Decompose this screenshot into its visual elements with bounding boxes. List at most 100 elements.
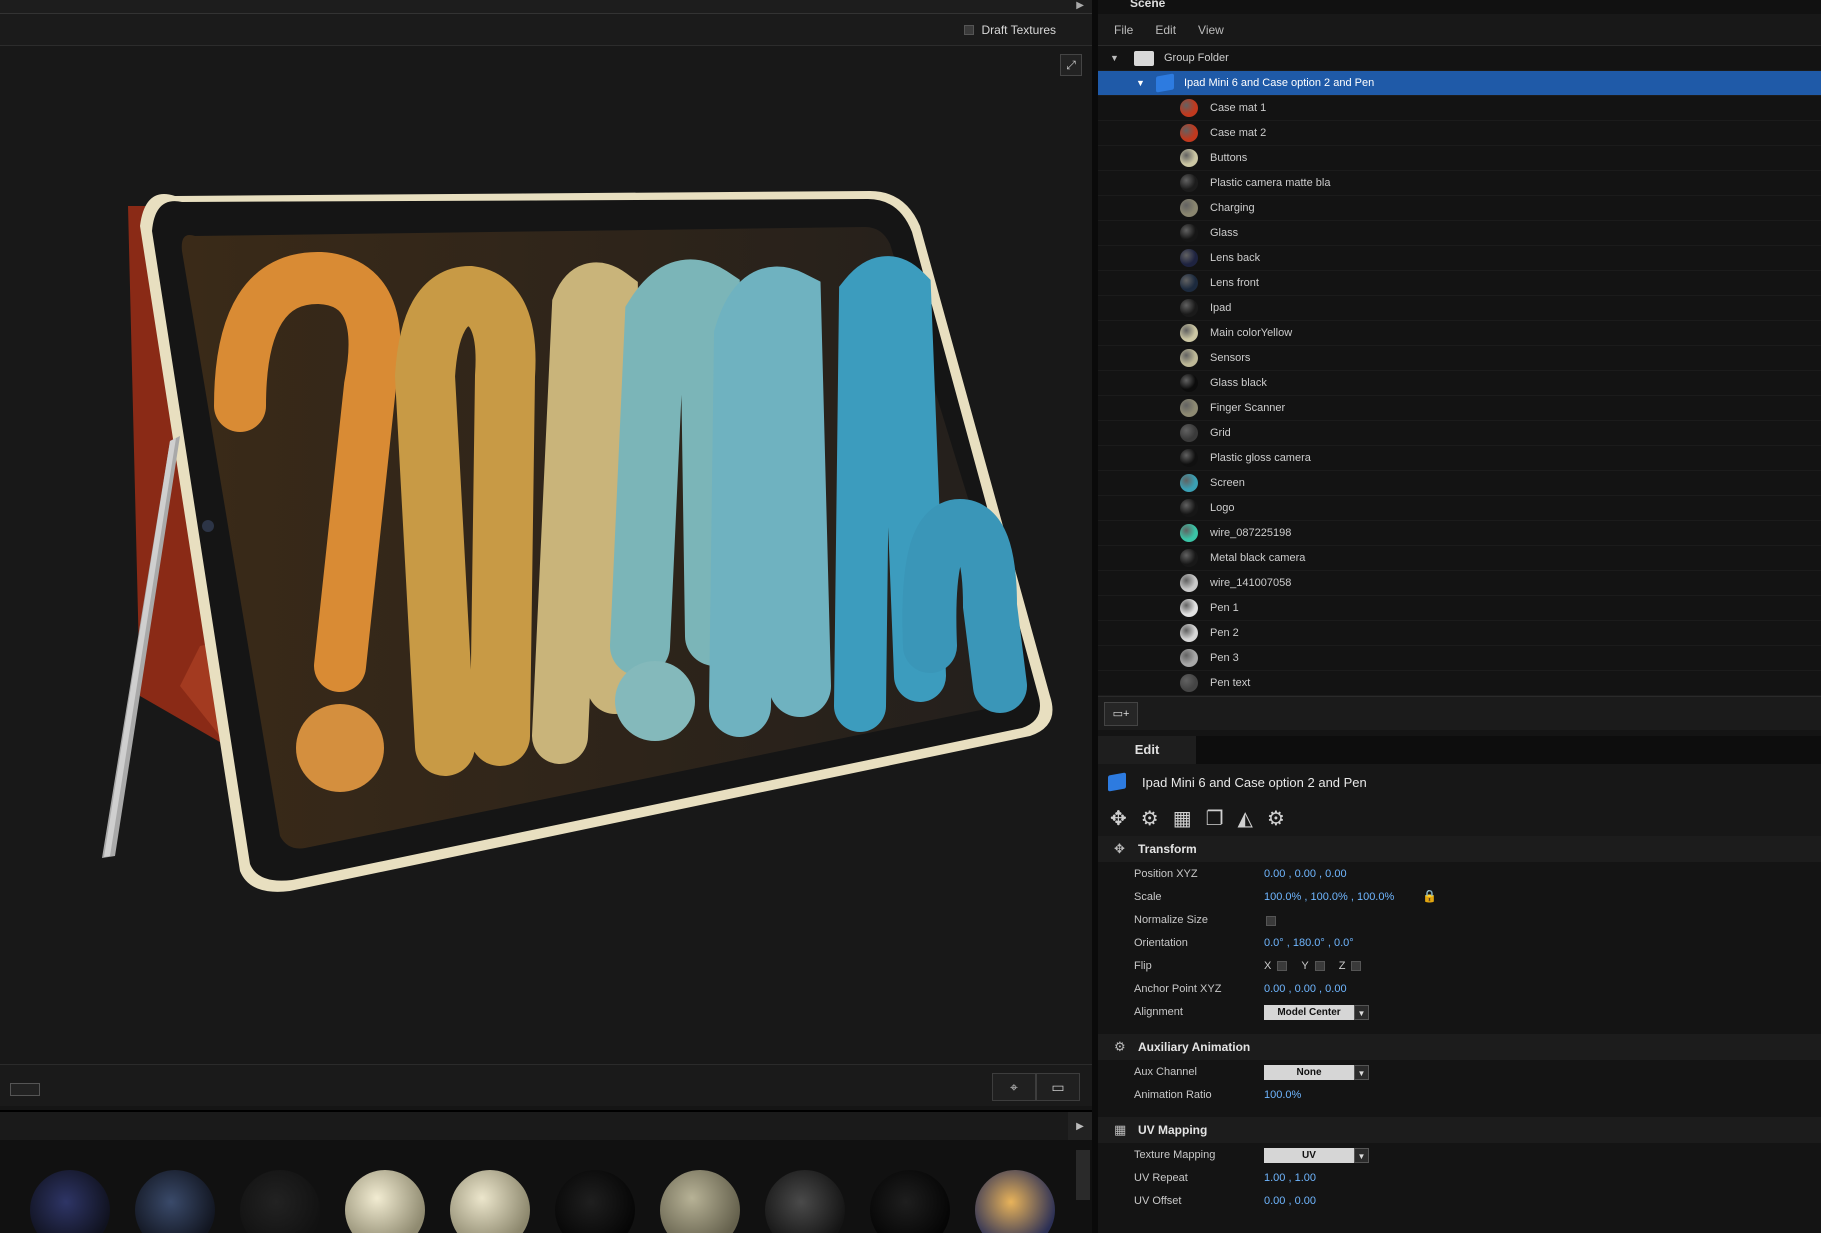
- tree-row-material[interactable]: Case mat 2: [1098, 121, 1821, 146]
- collapse-arrow-icon[interactable]: ▶: [1076, 0, 1084, 11]
- app-root: ▶ Draft Textures ⤢ ⌖ ▭ ▶ Scene File Edit…: [0, 0, 1821, 1233]
- orientation-value[interactable]: 0.0° , 180.0° , 0.0°: [1264, 937, 1354, 949]
- material-sphere-icon: [1180, 324, 1198, 342]
- draft-textures-checkbox[interactable]: [963, 25, 974, 35]
- material-ball[interactable]: [240, 1170, 320, 1233]
- material-label: Charging: [1210, 202, 1255, 214]
- uv-repeat-value[interactable]: 1.00 , 1.00: [1264, 1172, 1316, 1184]
- checker-icon[interactable]: ▦: [1173, 806, 1192, 831]
- tree-row-material[interactable]: Pen text: [1098, 671, 1821, 696]
- material-sphere-icon: [1180, 349, 1198, 367]
- crosshair-icon[interactable]: ⌖: [992, 1073, 1036, 1101]
- material-ball[interactable]: [135, 1170, 215, 1233]
- top-strip: ▶: [0, 0, 1092, 14]
- expand-triangle-icon[interactable]: ▼: [1136, 78, 1148, 88]
- material-sphere-icon: [1180, 149, 1198, 167]
- transform-section-header[interactable]: ✥ Transform: [1098, 836, 1821, 862]
- tree-row-material[interactable]: Logo: [1098, 496, 1821, 521]
- menu-edit[interactable]: Edit: [1155, 23, 1176, 37]
- alignment-dropdown[interactable]: Model Center ▼: [1264, 1005, 1369, 1020]
- scene-tab[interactable]: Scene: [1098, 0, 1821, 14]
- tree-row-material[interactable]: Case mat 1: [1098, 96, 1821, 121]
- move-icon[interactable]: ✥: [1110, 806, 1127, 831]
- position-value[interactable]: 0.00 , 0.00 , 0.00: [1264, 868, 1347, 880]
- animation-ratio-value[interactable]: 100.0%: [1264, 1089, 1301, 1101]
- orientation-label: Orientation: [1134, 937, 1188, 949]
- aux-section-header[interactable]: ⚙ Auxiliary Animation: [1098, 1034, 1821, 1060]
- material-label: Pen text: [1210, 677, 1251, 689]
- material-sphere-icon: [1180, 224, 1198, 242]
- tree-row-material[interactable]: Buttons: [1098, 146, 1821, 171]
- scale-value[interactable]: 100.0% , 100.0% , 100.0%: [1264, 891, 1394, 903]
- tree-row-material[interactable]: Screen: [1098, 471, 1821, 496]
- material-sphere-icon: [1180, 424, 1198, 442]
- flip-z-checkbox[interactable]: [1351, 961, 1362, 971]
- expand-arrow-icon[interactable]: ▶: [1068, 1112, 1092, 1142]
- material-sphere-icon: [1180, 524, 1198, 542]
- flip-x-checkbox[interactable]: [1277, 961, 1288, 971]
- material-ball[interactable]: [660, 1170, 740, 1233]
- tree-row-material[interactable]: Plastic camera matte bla: [1098, 171, 1821, 196]
- folder-icon: [1134, 50, 1154, 66]
- tree-row-material[interactable]: Pen 2: [1098, 621, 1821, 646]
- tree-row-material[interactable]: wire_141007058: [1098, 571, 1821, 596]
- tree-row-root-item[interactable]: ▼ Ipad Mini 6 and Case option 2 and Pen: [1098, 71, 1821, 96]
- aux-channel-dropdown[interactable]: None ▼: [1264, 1065, 1369, 1080]
- material-ball[interactable]: [345, 1170, 425, 1233]
- edit-tab[interactable]: Edit: [1098, 736, 1196, 764]
- tree-row-material[interactable]: wire_087225198: [1098, 521, 1821, 546]
- material-ball[interactable]: [450, 1170, 530, 1233]
- menu-file[interactable]: File: [1114, 23, 1133, 37]
- uv-offset-label: UV Offset: [1134, 1195, 1182, 1207]
- texture-mapping-dropdown[interactable]: UV ▼: [1264, 1148, 1369, 1163]
- material-ball[interactable]: [870, 1170, 950, 1233]
- material-label: Buttons: [1210, 152, 1248, 164]
- expand-icon[interactable]: ⤢: [1060, 54, 1082, 76]
- tree-row-material[interactable]: Charging: [1098, 196, 1821, 221]
- tree-row-material[interactable]: Pen 3: [1098, 646, 1821, 671]
- material-sphere-icon: [1180, 499, 1198, 517]
- material-sphere-icon: [1180, 674, 1198, 692]
- tree-row-material[interactable]: Grid: [1098, 421, 1821, 446]
- tree-row-material[interactable]: Metal black camera: [1098, 546, 1821, 571]
- material-label: Lens front: [1210, 277, 1259, 289]
- tree-row-material[interactable]: Plastic gloss camera: [1098, 446, 1821, 471]
- copy-icon[interactable]: ❐: [1206, 806, 1224, 831]
- tree-row-material[interactable]: Sensors: [1098, 346, 1821, 371]
- anchor-value[interactable]: 0.00 , 0.00 , 0.00: [1264, 983, 1347, 995]
- tree-row-material[interactable]: Finger Scanner: [1098, 396, 1821, 421]
- lock-icon[interactable]: 🔒: [1422, 889, 1437, 903]
- draft-textures-toggle[interactable]: Draft Textures: [963, 23, 1056, 37]
- tree-row-material[interactable]: Pen 1: [1098, 596, 1821, 621]
- settings-icon[interactable]: ⚙: [1267, 806, 1285, 831]
- uv-section-header[interactable]: ▦ UV Mapping: [1098, 1117, 1821, 1143]
- uv-header: UV Mapping: [1138, 1123, 1208, 1137]
- scene-tree: ▼ Group Folder ▼ Ipad Mini 6 and Case op…: [1098, 46, 1821, 696]
- tree-row-material[interactable]: Glass black: [1098, 371, 1821, 396]
- material-label: Metal black camera: [1210, 552, 1306, 564]
- tree-row-material[interactable]: Lens back: [1098, 246, 1821, 271]
- tree-row-material[interactable]: Ipad: [1098, 296, 1821, 321]
- material-ball[interactable]: [30, 1170, 110, 1233]
- normalize-checkbox[interactable]: [1266, 916, 1276, 926]
- material-scrollbar[interactable]: [1076, 1150, 1090, 1200]
- expand-triangle-icon[interactable]: ▼: [1110, 53, 1122, 63]
- tree-row-group-folder[interactable]: ▼ Group Folder: [1098, 46, 1821, 71]
- flip-y-checkbox[interactable]: [1314, 961, 1325, 971]
- tree-row-material[interactable]: Main colorYellow: [1098, 321, 1821, 346]
- root-item-label: Ipad Mini 6 and Case option 2 and Pen: [1184, 77, 1375, 89]
- new-folder-icon[interactable]: ▭+: [1104, 702, 1138, 726]
- tree-row-material[interactable]: Lens front: [1098, 271, 1821, 296]
- material-ball[interactable]: [975, 1170, 1055, 1233]
- shape-icon[interactable]: ◭: [1238, 806, 1253, 831]
- material-sphere-icon: [1180, 399, 1198, 417]
- material-ball[interactable]: [765, 1170, 845, 1233]
- aux-channel-value: None: [1264, 1065, 1354, 1080]
- tree-row-material[interactable]: Glass: [1098, 221, 1821, 246]
- 3d-viewport[interactable]: ⤢: [0, 46, 1092, 1064]
- display-icon[interactable]: ▭: [1036, 1073, 1080, 1101]
- menu-view[interactable]: View: [1198, 23, 1224, 37]
- uv-offset-value[interactable]: 0.00 , 0.00: [1264, 1195, 1316, 1207]
- material-ball[interactable]: [555, 1170, 635, 1233]
- gears-icon[interactable]: ⚙: [1141, 806, 1159, 831]
